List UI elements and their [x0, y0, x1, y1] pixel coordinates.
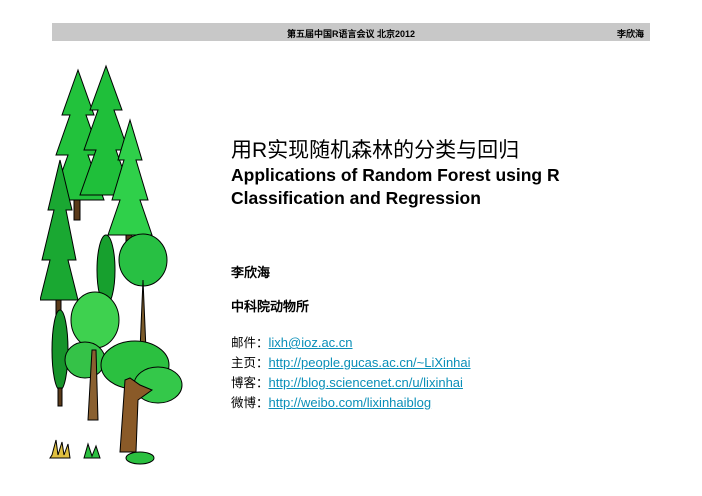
header-bar: 第五届中国R语言会议 北京2012 李欣海 — [52, 23, 650, 41]
contact-list: 邮件：lixh@ioz.ac.cn 主页：http://people.gucas… — [231, 333, 471, 413]
title-block: 用R实现随机森林的分类与回归 Applications of Random Fo… — [231, 137, 560, 210]
email-link[interactable]: lixh@ioz.ac.cn — [269, 335, 353, 350]
contact-weibo: 微博：http://weibo.com/lixinhaiblog — [231, 393, 471, 413]
small-bushes — [49, 439, 155, 465]
title-chinese: 用R实现随机森林的分类与回归 — [231, 139, 520, 162]
round-tree — [118, 233, 168, 351]
affiliation: 中科院动物所 — [231, 299, 310, 314]
title-english-line-1: Applications of Random Forest using R — [231, 165, 560, 185]
oak-tree — [100, 340, 183, 453]
contact-homepage: 主页：http://people.gucas.ac.cn/~LiXinhai — [231, 353, 471, 373]
contact-email: 邮件：lixh@ioz.ac.cn — [231, 333, 471, 353]
homepage-label: 主页： — [231, 355, 269, 370]
title-english-line-2: Classification and Regression — [231, 188, 481, 208]
weibo-label: 微博： — [231, 395, 269, 410]
conference-name: 第五届中国R语言会议 北京2012 — [286, 29, 416, 39]
blog-label: 博客： — [231, 375, 269, 390]
contact-blog: 博客：http://blog.sciencenet.cn/u/lixinhai — [231, 373, 471, 393]
blog-link[interactable]: http://blog.sciencenet.cn/u/lixinhai — [269, 375, 463, 390]
homepage-link[interactable]: http://people.gucas.ac.cn/~LiXinhai — [269, 355, 471, 370]
header-author: 李欣海 — [616, 29, 644, 39]
conifer-tree-right — [79, 64, 153, 251]
weibo-link[interactable]: http://weibo.com/lixinhaiblog — [269, 395, 432, 410]
email-label: 邮件： — [231, 335, 269, 350]
author-name: 李欣海 — [231, 265, 271, 280]
forest-illustration — [40, 64, 183, 465]
